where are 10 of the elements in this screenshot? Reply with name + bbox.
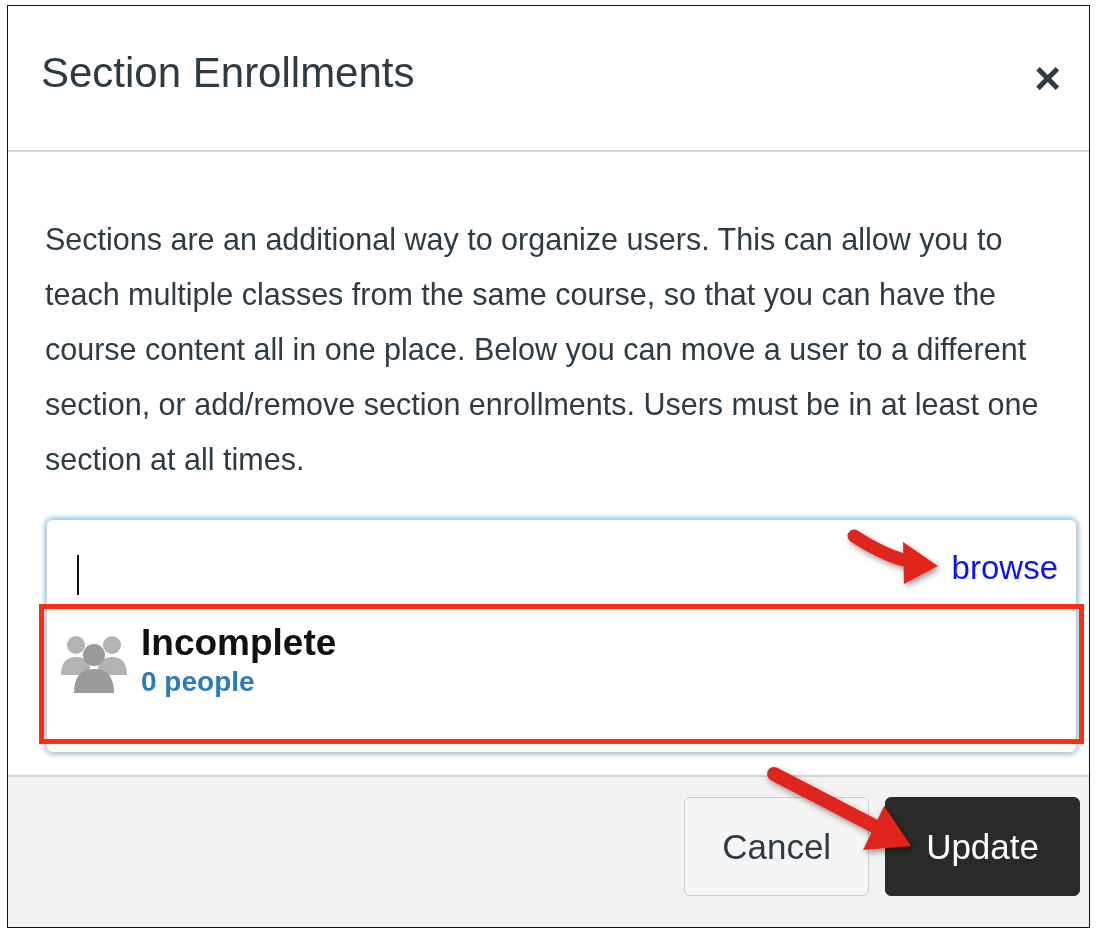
dialog-title: Section Enrollments [41,48,415,97]
cancel-button[interactable]: Cancel [684,797,870,897]
close-button[interactable]: × [1028,54,1067,101]
description-text: Sections are an additional way to organize users. This can allow you to teach multiple classes from the same course, so that you can have the course content all in one place. Below you can move a user to a different section, or add/remove section enrollments. Users must be in at least one section at all times. [45,220,1040,478]
update-button[interactable]: Update [885,797,1080,897]
browse-link[interactable]: browse [951,548,1058,587]
text-cursor [77,554,79,595]
section-search-field[interactable]: browse Incomplete 0 people [46,518,1077,753]
people-count[interactable]: 0 people [141,665,337,698]
section-name[interactable]: Incomplete [141,621,337,664]
